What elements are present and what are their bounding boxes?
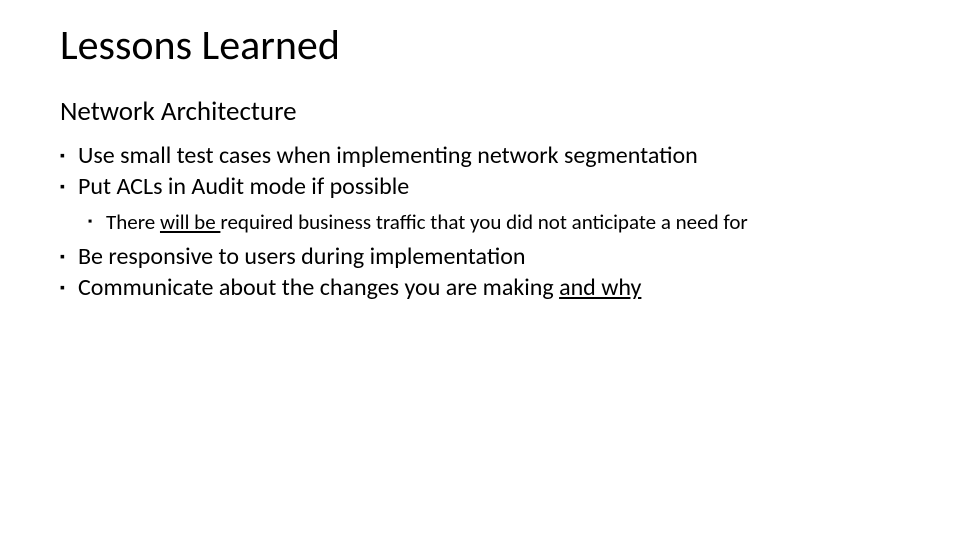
sub-bullet-item: There will be required business traffic …: [88, 208, 900, 236]
bullet-item: Be responsive to users during implementa…: [60, 241, 900, 272]
underlined-text: will be: [160, 209, 220, 235]
bullet-list: Use small test cases when implementing n…: [60, 140, 900, 303]
bullet-item: Use small test cases when implementing n…: [60, 140, 900, 171]
text-segment: Communicate about the changes you are ma…: [78, 273, 559, 302]
slide-subtitle: Network Architecture: [60, 95, 900, 128]
text-segment: required business traffic that you did n…: [220, 209, 747, 235]
slide-title: Lessons Learned: [60, 20, 900, 71]
underlined-text: and why: [559, 273, 641, 302]
text-segment: There: [106, 209, 160, 235]
bullet-item: Put ACLs in Audit mode if possible: [60, 171, 900, 202]
bullet-item: Communicate about the changes you are ma…: [60, 272, 900, 303]
